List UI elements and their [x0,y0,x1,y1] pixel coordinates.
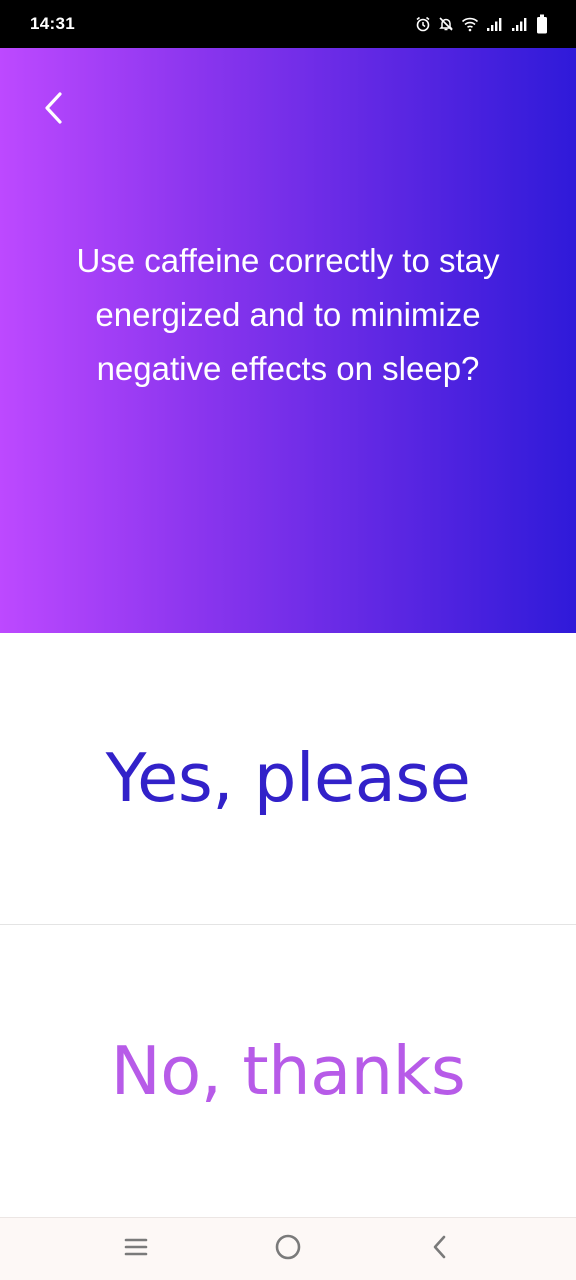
chevron-left-icon [40,90,68,131]
system-back-button[interactable] [410,1219,470,1279]
back-button[interactable] [30,86,78,134]
home-button[interactable] [258,1219,318,1279]
home-icon [274,1233,302,1266]
divider [0,924,576,925]
battery-icon [536,14,548,34]
wifi-icon [461,16,479,32]
status-icons [415,14,548,34]
question-text: Use caffeine correctly to stay energized… [76,242,500,387]
notifications-off-icon [438,16,454,32]
back-icon [430,1233,450,1266]
yes-please-button[interactable]: Yes, please [0,633,576,923]
alarm-icon [415,16,431,32]
recent-apps-icon [123,1236,149,1263]
status-time: 14:31 [30,14,75,33]
no-thanks-label: No, thanks [110,1032,466,1110]
recent-apps-button[interactable] [106,1219,166,1279]
signal-icon [511,16,529,32]
header-hero: Use caffeine correctly to stay energized… [0,48,576,633]
yes-please-label: Yes, please [105,739,471,817]
no-thanks-button[interactable]: No, thanks [0,926,576,1216]
signal-icon [486,16,504,32]
system-nav-bar [0,1217,576,1280]
status-bar: 14:31 [0,0,576,48]
